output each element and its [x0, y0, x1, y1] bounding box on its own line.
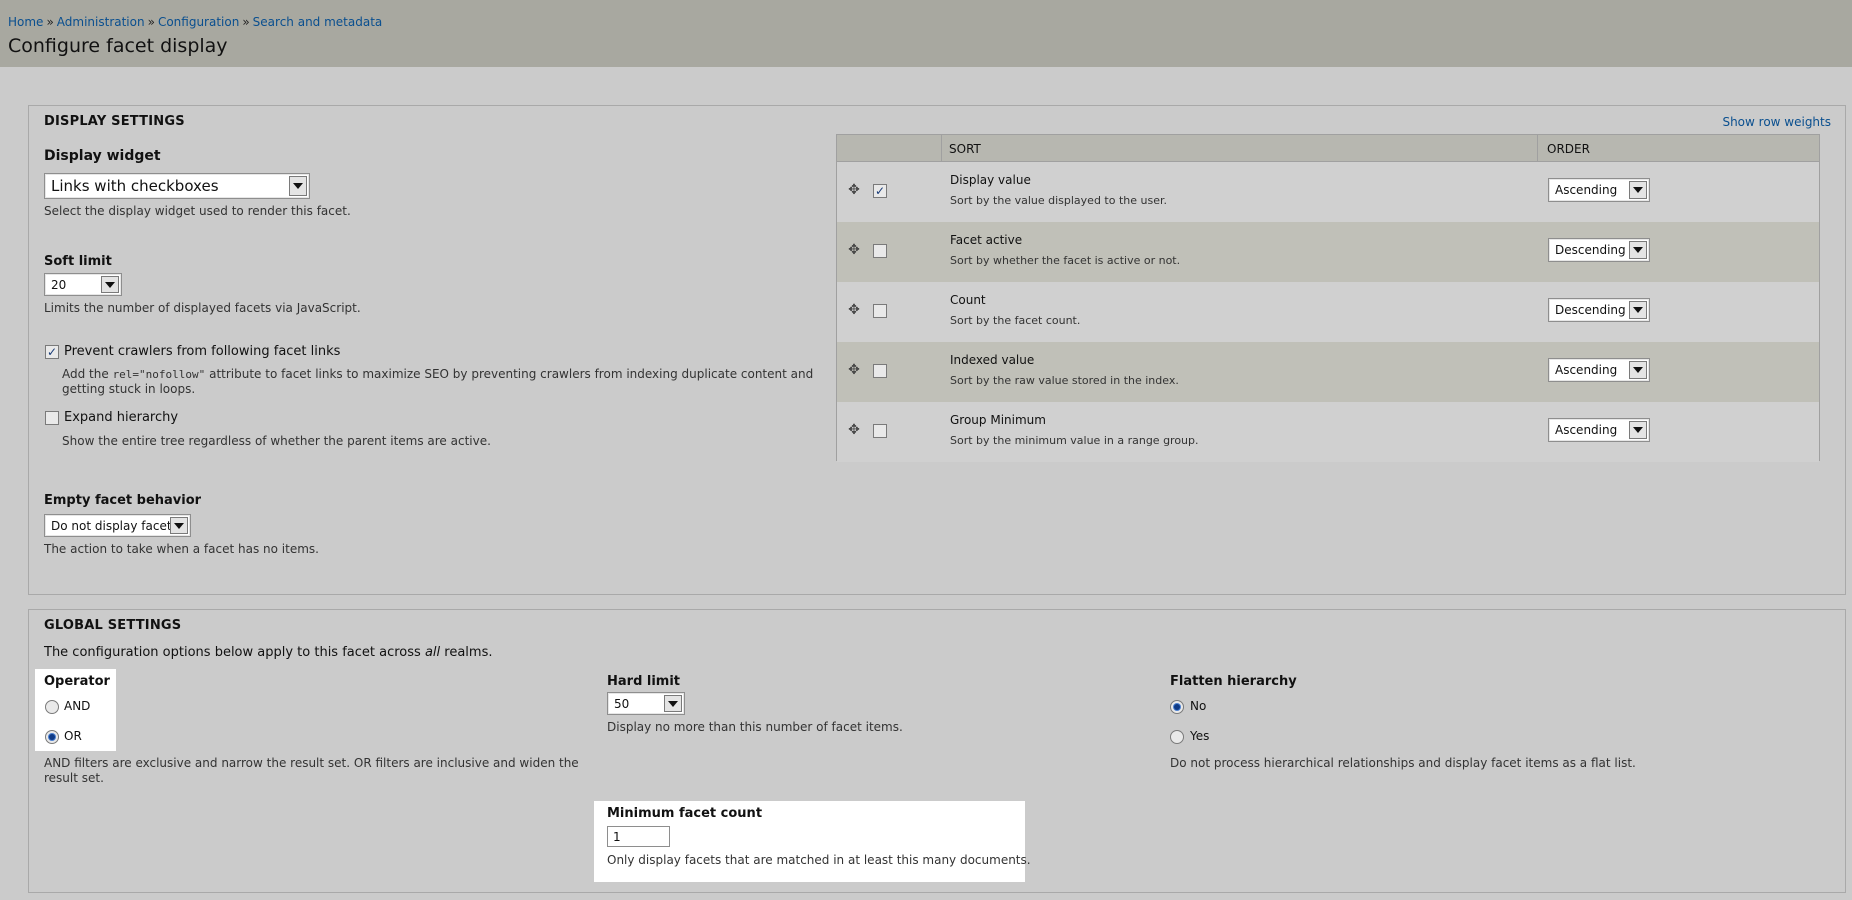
- sort-order-select[interactable]: Descending: [1548, 298, 1650, 322]
- page-header: Home» Administration» Configuration» Search…: [0, 0, 1852, 67]
- soft-limit-label: Soft limit: [44, 254, 112, 269]
- hard-limit-label: Hard limit: [607, 674, 681, 689]
- operator-or-radio[interactable]: [45, 730, 59, 744]
- sort-row: ✥ Indexed value Sort by the raw value st…: [837, 342, 1819, 402]
- flatten-no-label: No: [1190, 699, 1207, 713]
- display-settings-legend: DISPLAY SETTINGS: [44, 114, 185, 129]
- drag-handle-icon[interactable]: ✥: [847, 183, 861, 197]
- sort-row-description: Sort by whether the facet is active or n…: [950, 254, 1181, 267]
- sort-row-title: Display value: [950, 173, 1031, 187]
- sort-row-title: Count: [950, 293, 986, 307]
- chevron-down-icon: [664, 695, 682, 712]
- chevron-down-icon: [1629, 301, 1647, 319]
- hard-limit-select[interactable]: 50: [607, 692, 685, 715]
- prevent-crawlers-description: Add the rel="nofollow" attribute to face…: [62, 367, 814, 396]
- breadcrumb-administration-link[interactable]: Administration: [57, 15, 145, 29]
- chevron-down-icon: [1629, 421, 1647, 439]
- breadcrumb-home-link[interactable]: Home: [8, 15, 43, 29]
- breadcrumb-search-metadata-link[interactable]: Search and metadata: [253, 15, 383, 29]
- empty-facet-select[interactable]: Do not display facet: [44, 514, 191, 537]
- drag-handle-icon[interactable]: ✥: [847, 423, 861, 437]
- global-settings-intro: The configuration options below apply to…: [44, 645, 493, 660]
- sort-row-description: Sort by the raw value stored in the inde…: [950, 374, 1179, 387]
- sort-table: SORT ORDER ✥ Display value Sort by the v…: [836, 134, 1820, 462]
- order-column-header: ORDER: [1547, 142, 1590, 156]
- sort-enable-checkbox[interactable]: [873, 304, 887, 318]
- breadcrumb-configuration-link[interactable]: Configuration: [158, 15, 239, 29]
- sort-column-header: SORT: [949, 142, 981, 156]
- sort-order-select[interactable]: Ascending: [1548, 418, 1650, 442]
- global-settings-legend: GLOBAL SETTINGS: [44, 618, 182, 633]
- sort-row-description: Sort by the value displayed to the user.: [950, 194, 1167, 207]
- display-widget-select[interactable]: Links with checkboxes: [44, 173, 310, 199]
- sort-row: ✥ Facet active Sort by whether the facet…: [837, 222, 1819, 282]
- chevron-down-icon: [1629, 241, 1647, 259]
- display-widget-description: Select the display widget used to render…: [44, 204, 351, 218]
- chevron-down-icon: [1629, 361, 1647, 379]
- prevent-crawlers-label: Prevent crawlers from following facet li…: [64, 344, 341, 359]
- operator-description: AND filters are exclusive and narrow the…: [44, 756, 579, 785]
- flatten-hierarchy-label: Flatten hierarchy: [1170, 674, 1297, 689]
- show-row-weights-link[interactable]: Show row weights: [1722, 115, 1831, 129]
- drag-handle-icon[interactable]: ✥: [847, 243, 861, 257]
- sort-table-header: SORT ORDER: [837, 135, 1819, 162]
- sort-row: ✥ Display value Sort by the value displa…: [837, 162, 1819, 222]
- sort-enable-checkbox[interactable]: [873, 184, 887, 198]
- chevron-down-icon: [170, 517, 188, 534]
- min-facet-count-description: Only display facets that are matched in …: [607, 853, 1031, 867]
- min-facet-count-input[interactable]: 1: [607, 826, 670, 847]
- sort-row-description: Sort by the minimum value in a range gro…: [950, 434, 1199, 447]
- flatten-yes-label: Yes: [1190, 729, 1210, 743]
- breadcrumb: Home» Administration» Configuration» Search…: [8, 15, 383, 29]
- page-title: Configure facet display: [8, 35, 228, 57]
- drag-handle-icon[interactable]: ✥: [847, 363, 861, 377]
- sort-order-select[interactable]: Descending: [1548, 238, 1650, 262]
- sort-enable-checkbox[interactable]: [873, 244, 887, 258]
- operator-and-label: AND: [64, 699, 91, 713]
- empty-facet-description: The action to take when a facet has no i…: [44, 542, 319, 556]
- sort-row-title: Facet active: [950, 233, 1023, 247]
- sort-row-title: Indexed value: [950, 353, 1035, 367]
- min-facet-count-label: Minimum facet count: [607, 806, 763, 821]
- soft-limit-description: Limits the number of displayed facets vi…: [44, 301, 361, 315]
- sort-enable-checkbox[interactable]: [873, 424, 887, 438]
- soft-limit-select[interactable]: 20: [44, 273, 122, 296]
- sort-row-title: Group Minimum: [950, 413, 1046, 427]
- sort-row: ✥ Count Sort by the facet count. Descend…: [837, 282, 1819, 342]
- display-widget-label: Display widget: [44, 148, 161, 164]
- chevron-down-icon: [101, 276, 119, 293]
- sort-row: ✥ Group Minimum Sort by the minimum valu…: [837, 402, 1819, 462]
- operator-or-label: OR: [64, 729, 82, 743]
- sort-row-description: Sort by the facet count.: [950, 314, 1081, 327]
- chevron-down-icon: [1629, 181, 1647, 199]
- operator-label: Operator: [44, 674, 110, 689]
- expand-hierarchy-description: Show the entire tree regardless of wheth…: [62, 434, 491, 448]
- expand-hierarchy-checkbox[interactable]: [45, 411, 59, 425]
- chevron-down-icon: [289, 176, 307, 196]
- drag-handle-icon[interactable]: ✥: [847, 303, 861, 317]
- hard-limit-description: Display no more than this number of face…: [607, 720, 903, 734]
- prevent-crawlers-checkbox[interactable]: [45, 345, 59, 359]
- sort-enable-checkbox[interactable]: [873, 364, 887, 378]
- flatten-no-radio[interactable]: [1170, 700, 1184, 714]
- sort-order-select[interactable]: Ascending: [1548, 358, 1650, 382]
- sort-order-select[interactable]: Ascending: [1548, 178, 1650, 202]
- empty-facet-label: Empty facet behavior: [44, 493, 202, 508]
- operator-and-radio[interactable]: [45, 700, 59, 714]
- flatten-yes-radio[interactable]: [1170, 730, 1184, 744]
- flatten-hierarchy-description: Do not process hierarchical relationship…: [1170, 756, 1636, 770]
- expand-hierarchy-label: Expand hierarchy: [64, 410, 179, 425]
